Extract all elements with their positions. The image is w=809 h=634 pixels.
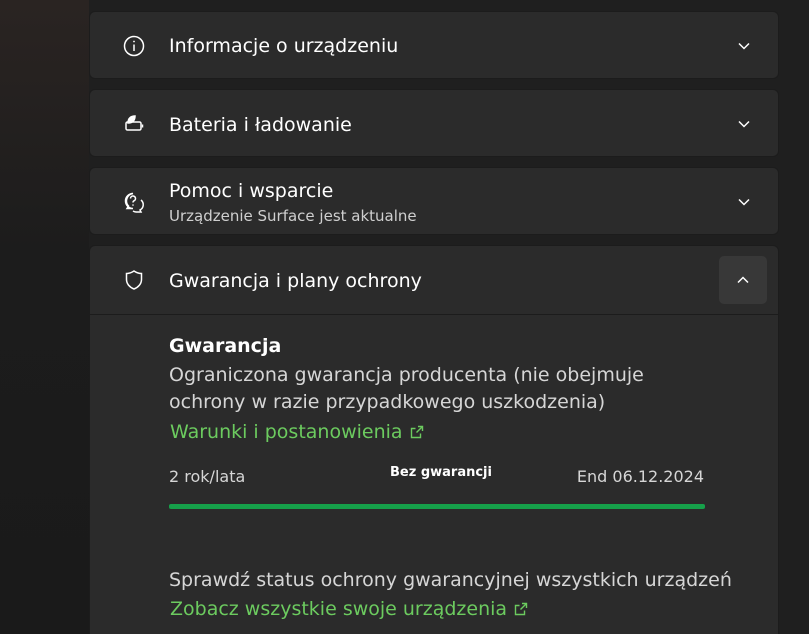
chevron-up-icon: [737, 276, 749, 284]
card-title: Pomoc i wsparcie: [169, 180, 334, 202]
collapse-button[interactable]: [719, 256, 767, 304]
help-chat-icon: [122, 190, 146, 214]
battery-leaf-icon: [122, 111, 146, 135]
card-title: Gwarancja i plany ochrony: [169, 270, 422, 292]
terms-link-label: Warunki i postanowienia: [170, 421, 403, 443]
settings-page: Informacje o urządzeniu Bateria i ładowa…: [0, 0, 809, 634]
background-left: [0, 0, 89, 634]
coverage-text: Sprawdź status ochrony gwarancyjnej wszy…: [169, 569, 732, 591]
card-title: Informacje o urządzeniu: [169, 35, 399, 57]
warranty-status: Bez gwarancji: [390, 465, 492, 480]
card-subtitle: Urządzenie Surface jest aktualne: [169, 207, 417, 225]
card-device-info[interactable]: Informacje o urządzeniu: [89, 11, 779, 79]
warranty-heading: Gwarancja: [169, 335, 282, 357]
chevron-down-icon[interactable]: [734, 192, 754, 212]
warranty-end-date: End 06.12.2024: [576, 467, 704, 486]
card-warranty: Gwarancja i plany ochrony Gwarancja Ogra…: [89, 245, 779, 634]
all-devices-link[interactable]: Zobacz wszystkie swoje urządzenia: [170, 598, 529, 620]
all-devices-link-label: Zobacz wszystkie swoje urządzenia: [170, 598, 508, 620]
divider: [90, 314, 778, 315]
external-link-icon: [410, 425, 423, 439]
shield-icon: [122, 268, 146, 292]
chevron-down-icon[interactable]: [734, 114, 754, 134]
info-icon: [122, 34, 146, 58]
warranty-description: Ograniczona gwarancja producenta (nie ob…: [169, 364, 644, 413]
card-title: Bateria i ładowanie: [169, 114, 352, 136]
chevron-down-icon[interactable]: [734, 36, 754, 56]
warranty-duration: 2 rok/lata: [169, 467, 246, 486]
warranty-progress-bar: [169, 504, 705, 509]
warranty-progress-fill: [169, 504, 705, 509]
external-link-icon: [514, 602, 528, 616]
card-help[interactable]: Pomoc i wsparcie Urządzenie Surface jest…: [89, 167, 779, 235]
card-battery[interactable]: Bateria i ładowanie: [89, 89, 779, 157]
terms-link[interactable]: Warunki i postanowienia: [170, 421, 425, 443]
